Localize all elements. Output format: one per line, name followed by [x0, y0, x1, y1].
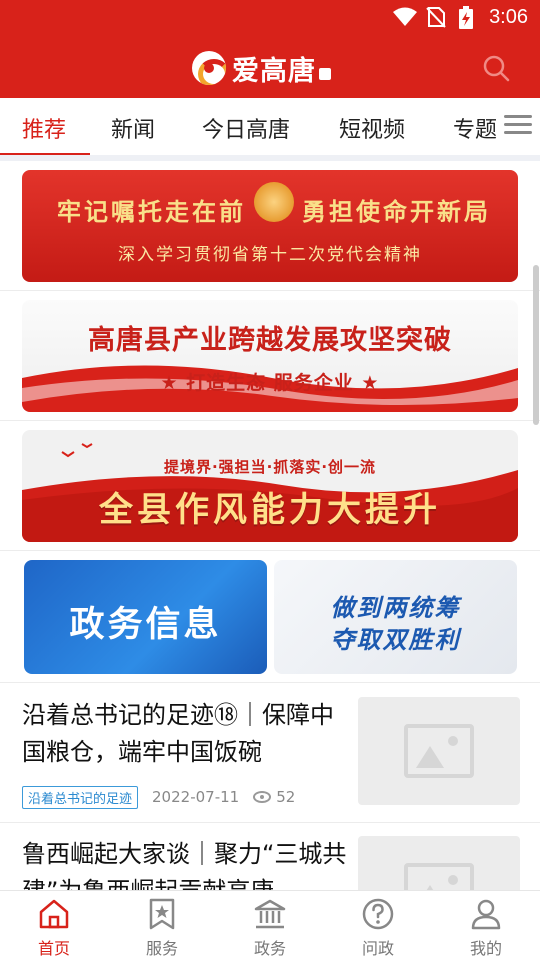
government-info-card[interactable]: 政务信息	[24, 560, 267, 674]
party-emblem-icon	[254, 182, 294, 222]
nav-service[interactable]: 服务	[122, 897, 202, 959]
banner-slogan-right: 勇担使命开新局	[302, 197, 491, 226]
card-label-line2: 夺取双胜利	[330, 626, 461, 654]
app-logo: 爱高唐	[192, 50, 331, 87]
home-icon	[39, 899, 69, 929]
nav-profile[interactable]: 我的	[446, 897, 526, 959]
tab-news[interactable]: 新闻	[111, 112, 155, 144]
banner-slogan-left: 牢记嘱托走在前	[57, 197, 246, 226]
eye-icon	[253, 791, 272, 803]
banner-title: 高唐县产业跨越发展攻坚突破	[88, 325, 452, 356]
banner-subtitle: ★ 打造生态 服务企业 ★	[160, 372, 380, 394]
nav-government[interactable]: 政务	[230, 897, 310, 959]
app-name: 爱高唐	[232, 55, 316, 87]
app-header: 3:06 爱高唐	[0, 0, 540, 98]
news-title: 鲁西崛起大家谈｜聚力“三城共建”为鲁西崛起贡献高唐	[22, 840, 347, 890]
status-bar: 3:06	[0, 0, 540, 36]
scrollbar[interactable]	[533, 265, 539, 425]
banner-title: 全县作风能力大提升	[99, 490, 441, 530]
logo-mark-icon	[192, 51, 226, 85]
bottom-navigation: 首页 服务 政务 问政 我的	[0, 890, 540, 960]
banner-party-congress[interactable]: 牢记嘱托走在前 勇担使命开新局 深入学习贯彻省第十二次党代会精神	[22, 170, 518, 282]
card-label-line1: 做到两统筹	[330, 594, 461, 622]
tab-today-gaotang[interactable]: 今日高唐	[202, 112, 290, 144]
wifi-icon	[393, 7, 417, 26]
card-label: 做到两统筹 夺取双胜利	[274, 592, 517, 656]
tab-topics[interactable]: 专题	[453, 112, 497, 144]
banner-industry-development[interactable]: 高唐县产业跨越发展攻坚突破 ★ 打造生态 服务企业 ★	[22, 300, 518, 412]
image-placeholder-icon	[404, 724, 474, 778]
banner-subtitle: 深入学习贯彻省第十二次党代会精神	[118, 245, 422, 265]
battery-charging-icon	[459, 6, 473, 29]
bookmark-star-icon	[149, 898, 175, 930]
nav-label: 政务	[253, 939, 286, 958]
news-date: 2022-07-11	[152, 788, 240, 806]
news-tag[interactable]: 沿着总书记的足迹	[22, 785, 139, 809]
banner-work-style[interactable]: 提境界·强担当·抓落实·创一流 全县作风能力大提升	[22, 430, 518, 542]
banner-slogan: 提境界·强担当·抓落实·创一流	[163, 458, 377, 476]
government-building-icon	[254, 899, 286, 929]
divider	[0, 155, 540, 161]
card-label: 政务信息	[69, 605, 222, 645]
image-placeholder-icon	[404, 863, 474, 890]
nav-label: 我的	[469, 939, 502, 958]
search-icon[interactable]	[482, 54, 510, 82]
tab-short-video[interactable]: 短视频	[339, 112, 405, 144]
divider	[0, 290, 540, 291]
nav-label: 首页	[37, 939, 70, 958]
nav-inquiry[interactable]: 问政	[338, 897, 418, 959]
question-icon	[362, 898, 394, 930]
news-views: 52	[253, 788, 295, 806]
no-sim-icon	[426, 7, 446, 28]
nav-home[interactable]: 首页	[14, 897, 94, 959]
dual-coordination-card[interactable]: 做到两统筹 夺取双胜利	[274, 560, 517, 674]
news-thumbnail	[358, 697, 520, 805]
channel-tabs: 推荐 新闻 今日高唐 短视频 专题	[0, 98, 540, 156]
divider	[0, 420, 540, 421]
news-item[interactable]: 鲁西崛起大家谈｜聚力“三城共建”为鲁西崛起贡献高唐	[0, 836, 540, 890]
divider	[0, 682, 540, 683]
view-count: 52	[276, 788, 296, 806]
divider	[0, 822, 540, 823]
status-time: 3:06	[489, 6, 528, 28]
news-item[interactable]: 沿着总书记的足迹⑱｜保障中国粮仓，端牢中国饭碗 沿着总书记的足迹 2022-07…	[0, 697, 540, 827]
user-icon	[471, 899, 501, 930]
divider	[0, 550, 540, 551]
nav-label: 问政	[361, 939, 394, 958]
nav-label: 服务	[145, 939, 178, 958]
logo-badge-icon	[319, 68, 331, 80]
channel-menu-icon[interactable]	[504, 115, 532, 137]
news-meta: 沿着总书记的足迹 2022-07-11 52	[22, 785, 295, 809]
news-thumbnail	[358, 836, 520, 890]
tab-recommend[interactable]: 推荐	[22, 112, 66, 144]
news-title: 沿着总书记的足迹⑱｜保障中国粮仓，端牢中国饭碗	[22, 701, 334, 766]
